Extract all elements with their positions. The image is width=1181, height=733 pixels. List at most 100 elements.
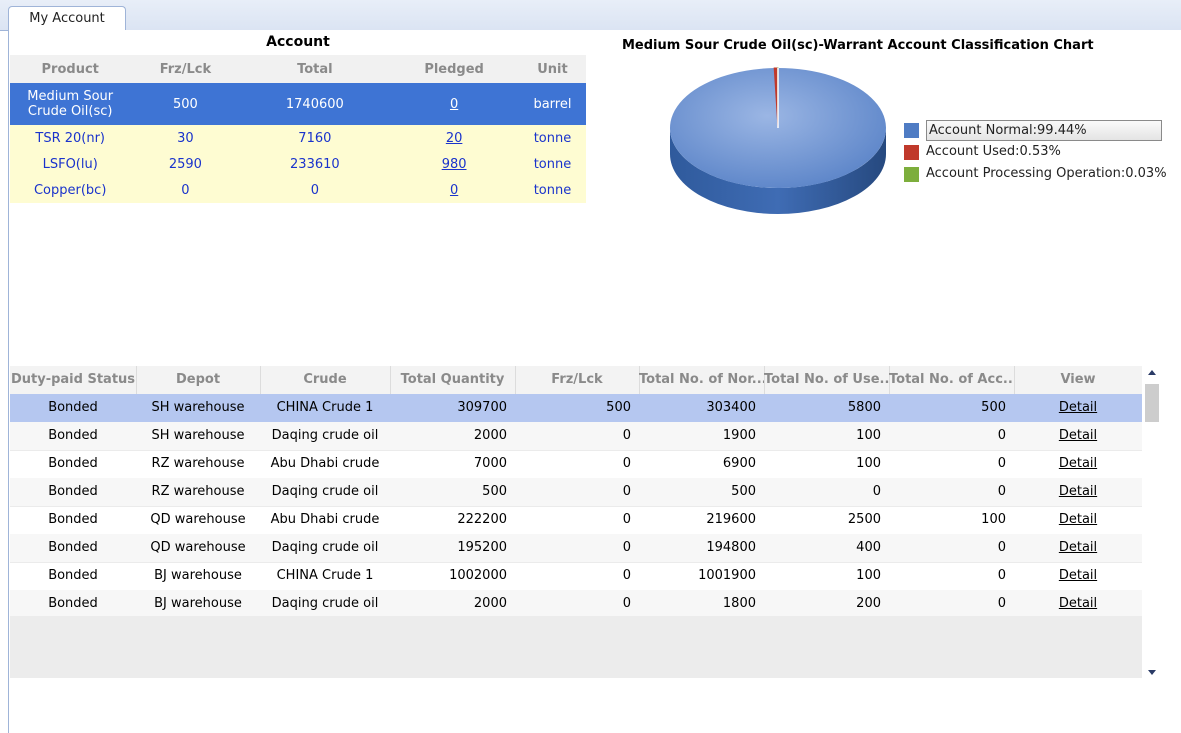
- status-cell: Bonded: [48, 596, 98, 611]
- pledged-cell: 0: [389, 83, 519, 125]
- total-quantity-cell: 2000: [473, 428, 507, 443]
- crude-cell: Abu Dhabi crude: [270, 512, 380, 527]
- account-title: Account: [266, 34, 330, 50]
- total-normal-cell: 6900: [722, 456, 756, 471]
- crude-cell: CHINA Crude 1: [276, 400, 374, 415]
- total-normal-cell: 1900: [722, 428, 756, 443]
- status-cell: Bonded: [48, 540, 98, 555]
- pledged-link[interactable]: 0: [450, 183, 458, 198]
- product-cell: LSFO(lu): [10, 151, 131, 177]
- scroll-down-icon[interactable]: [1148, 670, 1156, 675]
- crude-cell: Daqing crude oil: [271, 596, 379, 611]
- frz-lck-cell: 0: [622, 512, 631, 527]
- col-total-quantity[interactable]: Total Quantity: [390, 366, 516, 394]
- account-row[interactable]: Medium Sour Crude Oil(sc) 500 1740600 0 …: [10, 83, 586, 125]
- total-cell: 0: [240, 177, 390, 203]
- depot-cell: SH warehouse: [151, 428, 245, 443]
- frz-lck-cell: 500: [606, 400, 631, 415]
- total-acc-cell: 0: [997, 428, 1006, 443]
- unit-cell: tonne: [518, 151, 586, 177]
- detail-link[interactable]: Detail: [1014, 422, 1142, 450]
- col-frz-lck[interactable]: Frz/Lck: [130, 55, 241, 83]
- total-normal-cell: 1800: [722, 596, 756, 611]
- total-quantity-cell: 2000: [473, 596, 507, 611]
- col-total-used[interactable]: Total No. of Use...: [764, 366, 890, 394]
- product-cell: Medium Sour Crude Oil(sc): [10, 83, 131, 125]
- total-used-cell: 100: [856, 456, 881, 471]
- pledged-link[interactable]: 980: [442, 157, 467, 172]
- total-acc-cell: 0: [997, 484, 1006, 499]
- scroll-thumb[interactable]: [1145, 384, 1159, 422]
- account-row[interactable]: Copper(bc) 0 0 0 tonne: [10, 177, 586, 203]
- detail-link[interactable]: Detail: [1014, 450, 1142, 478]
- col-duty-paid-status[interactable]: Duty-paid Status: [10, 366, 137, 394]
- grid-row[interactable]: Bonded SH warehouse Daqing crude oil 2000 0 1…: [10, 422, 1142, 451]
- pledged-link[interactable]: 0: [450, 97, 458, 112]
- scroll-up-icon[interactable]: [1148, 370, 1156, 375]
- legend-swatch-used: [904, 145, 919, 160]
- unit-cell: barrel: [518, 83, 586, 125]
- total-cell: 233610: [240, 151, 390, 177]
- total-acc-cell: 500: [981, 400, 1006, 415]
- pledged-cell: 980: [389, 151, 519, 177]
- legend-label-processing: Account Processing Operation:0.03%: [926, 166, 1167, 181]
- total-acc-cell: 0: [997, 596, 1006, 611]
- col-product[interactable]: Product: [10, 55, 131, 83]
- col-total[interactable]: Total: [240, 55, 390, 83]
- crude-cell: Daqing crude oil: [271, 484, 379, 499]
- account-row[interactable]: TSR 20(nr) 30 7160 20 tonne: [10, 125, 586, 151]
- frz-lck-cell: 0: [622, 456, 631, 471]
- tab-my-account[interactable]: My Account: [8, 6, 126, 32]
- account-header-row: Product Frz/Lck Total Pledged Unit: [10, 55, 586, 83]
- crude-cell: Abu Dhabi crude: [270, 456, 380, 471]
- grid-row[interactable]: Bonded RZ warehouse Abu Dhabi crude 7000 0 69…: [10, 450, 1142, 479]
- grid-row[interactable]: Bonded QD warehouse Daqing crude oil 195200…: [10, 534, 1142, 563]
- total-quantity-cell: 500: [482, 484, 507, 499]
- grid-row[interactable]: Bonded QD warehouse Abu Dhabi crude 222200 0…: [10, 506, 1142, 535]
- total-cell: 7160: [240, 125, 390, 151]
- col-unit[interactable]: Unit: [518, 55, 586, 83]
- depot-cell: BJ warehouse: [154, 596, 242, 611]
- detail-link[interactable]: Detail: [1014, 534, 1142, 562]
- total-used-cell: 100: [856, 568, 881, 583]
- total-used-cell: 0: [872, 484, 881, 499]
- grid-header: Duty-paid Status Depot Crude Total Quant…: [10, 366, 1142, 395]
- grid-row[interactable]: Bonded BJ warehouse CHINA Crude 1 1002000 0 1…: [10, 562, 1142, 591]
- detail-link[interactable]: Detail: [1014, 506, 1142, 534]
- depot-cell: QD warehouse: [150, 540, 246, 555]
- detail-link[interactable]: Detail: [1014, 394, 1142, 422]
- grid-scrollbar[interactable]: [1144, 366, 1161, 678]
- legend-swatch-normal: [904, 123, 919, 138]
- total-acc-cell: 0: [997, 568, 1006, 583]
- detail-link[interactable]: Detail: [1014, 590, 1142, 618]
- detail-link[interactable]: Detail: [1014, 562, 1142, 590]
- frz-lck-cell: 0: [622, 428, 631, 443]
- total-quantity-cell: 7000: [473, 456, 507, 471]
- total-cell: 1740600: [240, 83, 390, 125]
- col-pledged[interactable]: Pledged: [389, 55, 519, 83]
- col-depot[interactable]: Depot: [136, 366, 261, 394]
- detail-link[interactable]: Detail: [1014, 478, 1142, 506]
- tab-strip: My Account: [0, 0, 1181, 32]
- status-cell: Bonded: [48, 512, 98, 527]
- grid-row[interactable]: Bonded BJ warehouse Daqing crude oil 2000 0 1…: [10, 590, 1142, 619]
- account-row[interactable]: LSFO(lu) 2590 233610 980 tonne: [10, 151, 586, 177]
- status-cell: Bonded: [48, 484, 98, 499]
- col-crude[interactable]: Crude: [260, 366, 391, 394]
- depot-cell: BJ warehouse: [154, 568, 242, 583]
- product-cell: Copper(bc): [10, 177, 131, 203]
- pledged-link[interactable]: 20: [446, 131, 463, 146]
- grid-row[interactable]: Bonded SH warehouse CHINA Crude 1 309700 500…: [10, 394, 1142, 423]
- frz-cell: 2590: [130, 151, 241, 177]
- frz-cell: 500: [130, 83, 241, 125]
- crude-cell: Daqing crude oil: [271, 540, 379, 555]
- col-frz-lck[interactable]: Frz/Lck: [515, 366, 640, 394]
- depot-cell: SH warehouse: [151, 400, 245, 415]
- total-acc-cell: 0: [997, 456, 1006, 471]
- col-total-acc[interactable]: Total No. of Acc...: [889, 366, 1015, 394]
- pledged-cell: 0: [389, 177, 519, 203]
- col-total-normal[interactable]: Total No. of Nor...: [639, 366, 765, 394]
- grid-row[interactable]: Bonded RZ warehouse Daqing crude oil 500 0 50…: [10, 478, 1142, 507]
- legend-swatch-processing: [904, 167, 919, 182]
- col-view[interactable]: View: [1014, 366, 1142, 394]
